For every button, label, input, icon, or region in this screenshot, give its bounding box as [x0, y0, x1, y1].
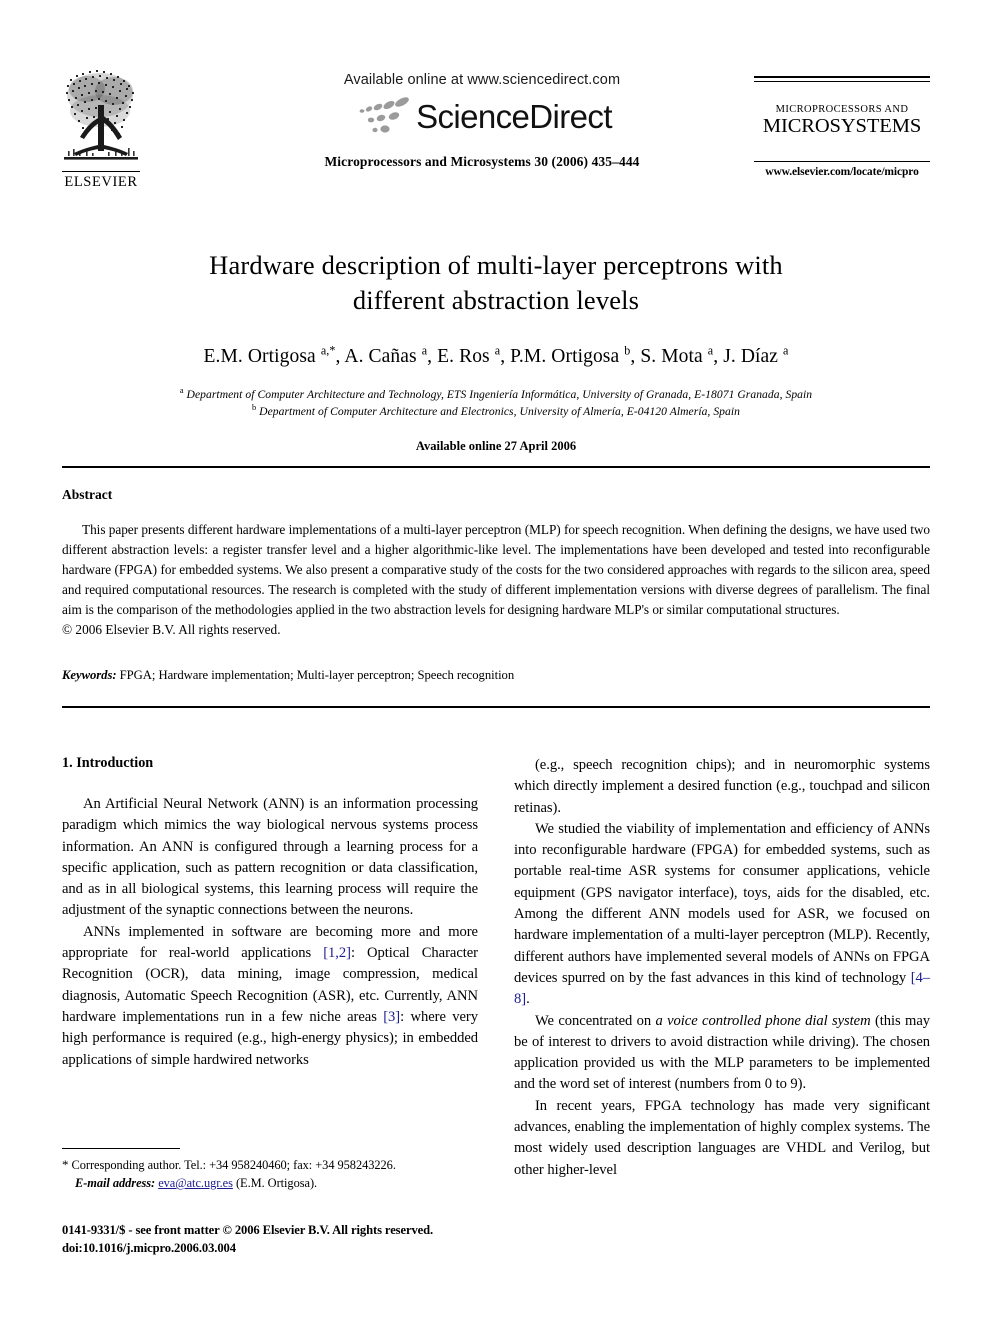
citation-link-3[interactable]: [3] [383, 1009, 400, 1025]
sciencedirect-wordmark: ScienceDirect [416, 97, 612, 135]
journal-logo-double-rule [754, 76, 930, 82]
journal-logo-line1: MICROPROCESSORS AND [775, 104, 909, 115]
email-link[interactable]: eva@atc.ugr.es [158, 1176, 233, 1190]
paragraph: ANNs implemented in software are becomin… [62, 923, 478, 1068]
journal-logo-rule [754, 160, 930, 162]
section-heading-introduction: 1. Introduction [62, 755, 154, 771]
author-item: S. Mota a [640, 343, 714, 367]
keywords-label: Keywords: [62, 668, 117, 682]
author-item: E.M. Ortigosa a,* [203, 343, 336, 367]
author-item: P.M. Ortigosa b [510, 343, 631, 367]
author-sup: a [707, 343, 714, 358]
author-sup: b [624, 343, 631, 358]
elsevier-tree-icon [62, 65, 140, 169]
author-name: E.M. Ortigosa [203, 345, 316, 367]
footnote-email-label: E-mail address: [75, 1176, 156, 1191]
imprint-front-matter: 0141-9331/$ - see front matter © 2006 El… [62, 1223, 434, 1237]
author-list: E.M. Ortigosa a,*, A. Cañas a, E. Ros a,… [203, 343, 789, 367]
author-name: P.M. Ortigosa [510, 345, 620, 367]
affiliation-text: Department of Computer Architecture and … [186, 388, 813, 402]
footnote-email-owner: (E.M. Ortigosa). [235, 1176, 318, 1191]
imprint-doi: doi:10.1016/j.micpro.2006.03.004 [62, 1240, 236, 1255]
author-sup: a [783, 343, 789, 358]
affiliation-item: a Department of Computer Architecture an… [62, 387, 930, 403]
sciencedirect-block: Available online at www.sciencedirect.co… [267, 72, 697, 170]
abstract-top-rule [62, 466, 930, 468]
paragraph: In recent years, FPGA technology has mad… [514, 1097, 930, 1178]
paragraph: We concentrated on a voice controlled ph… [514, 1012, 930, 1093]
page-title: Hardware description of multi-layer perc… [62, 248, 930, 318]
journal-citation: Microprocessors and Microsystems 30 (200… [324, 154, 640, 169]
author-item: J. Díaz a [723, 343, 789, 367]
paper-page: ELSEVIER Available online at www.science… [0, 0, 992, 1323]
journal-logo-line2: MICROSYSTEMS [762, 115, 922, 137]
available-online-text: Available online at www.sciencedirect.co… [343, 72, 621, 88]
keywords-bottom-rule [62, 706, 930, 708]
sciencedirect-swoosh-icon [352, 94, 414, 138]
title-line-2: different abstraction levels [352, 284, 640, 315]
author-item: A. Cañas a [344, 343, 428, 367]
paragraph: We studied the viability of implementati… [514, 820, 930, 1008]
footnote-email: E-mail address: eva@atc.ugr.es (E.M. Ort… [62, 1174, 478, 1192]
citation-link-1-2[interactable]: [1,2] [323, 945, 351, 961]
citation-link-4-8[interactable]: [4–8] [514, 970, 930, 1007]
available-online-date: Available online 27 April 2006 [415, 439, 577, 454]
column-left: 1. Introduction An Artificial Neural Net… [62, 755, 478, 1071]
title-block: Hardware description of multi-layer perc… [62, 248, 930, 454]
affiliation-item: b Department of Computer Architecture an… [62, 402, 930, 420]
affiliation-marker: a [179, 386, 184, 396]
author-name: J. Díaz [723, 345, 779, 367]
elsevier-logo: ELSEVIER [62, 65, 140, 197]
journal-url[interactable]: www.elsevier.com/locate/micpro [754, 166, 930, 178]
abstract-copyright: © 2006 Elsevier B.V. All rights reserved… [62, 621, 281, 637]
body-columns: 1. Introduction An Artificial Neural Net… [62, 755, 930, 1185]
footnote-star-marker: * [62, 1157, 69, 1172]
abstract-text: This paper presents different hardware i… [62, 522, 930, 617]
affiliation-text: Department of Computer Architecture and … [259, 404, 740, 418]
author-item: E. Ros a [437, 343, 501, 367]
author-sup: a,* [320, 343, 336, 358]
footnote-corresponding-text: Corresponding author. Tel.: +34 95824046… [71, 1158, 396, 1172]
author-sup: a [421, 343, 428, 358]
keywords-block: Keywords: FPGA; Hardware implementation;… [62, 668, 930, 683]
footnote-corresponding-author: * Corresponding author. Tel.: +34 958240… [62, 1155, 478, 1174]
title-line-1: Hardware description of multi-layer perc… [209, 250, 783, 280]
affiliation-list: a Department of Computer Architecture an… [62, 387, 930, 420]
italic-phrase: a voice controlled phone dial system [655, 1012, 871, 1029]
paragraph: An Artificial Neural Network (ANN) is an… [62, 796, 478, 919]
abstract-heading: Abstract [62, 487, 113, 502]
keywords-text: FPGA; Hardware implementation; Multi-lay… [119, 668, 515, 682]
paragraph: (e.g., speech recognition chips); and in… [514, 757, 930, 816]
affiliation-marker: b [251, 402, 257, 412]
footnote-area: * Corresponding author. Tel.: +34 958240… [62, 1148, 478, 1192]
imprint-block: 0141-9331/$ - see front matter © 2006 El… [62, 1222, 492, 1257]
column-right: (e.g., speech recognition chips); and in… [514, 755, 930, 1181]
elsevier-wordmark: ELSEVIER [62, 171, 140, 190]
author-name: A. Cañas [344, 345, 417, 367]
footnote-rule [62, 1148, 180, 1149]
journal-logo: MICROPROCESSORS AND MICROSYSTEMS www.els… [754, 76, 930, 178]
masthead: ELSEVIER Available online at www.science… [62, 62, 930, 202]
author-name: E. Ros [437, 345, 490, 367]
author-sup: a [494, 343, 501, 358]
author-name: S. Mota [640, 345, 703, 367]
abstract-block: Abstract This paper presents different h… [62, 487, 930, 640]
